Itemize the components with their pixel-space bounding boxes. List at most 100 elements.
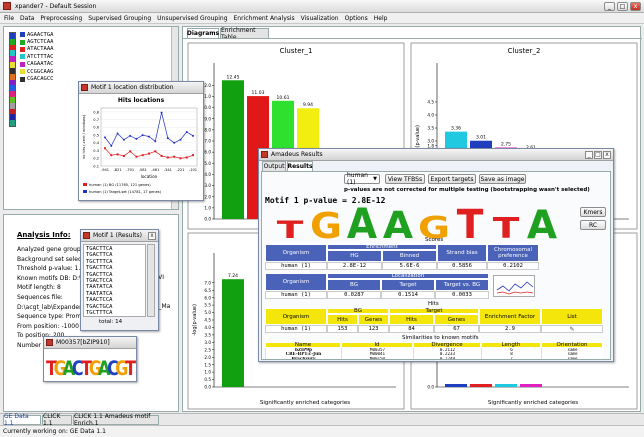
hits-chart-title: Hits locations bbox=[118, 97, 165, 104]
view-tfbss-button[interactable]: View TFBSs bbox=[385, 174, 425, 184]
y-tick-label: 0.8 bbox=[93, 110, 99, 114]
organism-select[interactable]: human (1) ▼ bbox=[344, 172, 380, 186]
menu-enrichment-analysis[interactable]: Enrichment Analysis bbox=[234, 15, 295, 22]
motif-results-titlebar[interactable]: Motif 1 (Results) x bbox=[81, 230, 158, 242]
legend-item[interactable]: ATACTAAA bbox=[20, 46, 54, 53]
menu-options[interactable]: Options bbox=[345, 15, 368, 22]
logo-column: T bbox=[277, 215, 305, 239]
motif-results-window: Motif 1 (Results) x TGACTTCA TGACTTCA TGCT… bbox=[80, 229, 159, 331]
scores-header-binned: Binned bbox=[382, 250, 437, 262]
close-button[interactable]: x bbox=[630, 1, 641, 11]
series-point bbox=[185, 130, 188, 133]
series-point bbox=[141, 154, 144, 157]
legend-entry: human (1) BG (11765, 121 genes) bbox=[89, 183, 151, 187]
similarities-rows: bZIP9p M00357 0.2112 6 same CRE-BP1:c-Jun M000… bbox=[265, 348, 605, 359]
tab-results[interactable]: Results bbox=[287, 161, 313, 171]
localization-table: Organism Localization BG Target Target v… bbox=[265, 273, 535, 299]
tab-output[interactable]: Output bbox=[262, 161, 286, 171]
chart-bar bbox=[222, 279, 244, 387]
status-bar: Currently working on: GE Data 1.1 bbox=[0, 425, 644, 437]
y-tick-label: 2.0 bbox=[204, 355, 211, 360]
y-tick-label: 0.0 bbox=[204, 385, 211, 390]
window-logo-icon bbox=[81, 84, 88, 91]
legend-item[interactable]: CGACAGCC bbox=[20, 75, 54, 82]
hits-header-enrichment-factor: Enrichment Factor bbox=[479, 308, 541, 325]
pssm-titlebar[interactable]: M00357[bZIP910] bbox=[44, 337, 136, 349]
hits-cell-target-genes: 67 bbox=[434, 325, 479, 333]
logo-letter: T bbox=[493, 212, 520, 239]
menu-data[interactable]: Data bbox=[20, 15, 34, 22]
menu-bar: File Data Preprocessing Supervised Group… bbox=[0, 13, 644, 24]
legend-swatch bbox=[20, 61, 25, 67]
hits-header-list: List bbox=[541, 308, 603, 325]
scores-header-strand-bias: Strand bias bbox=[437, 244, 487, 262]
menu-unsupervised-grouping[interactable]: Unsupervised Grouping bbox=[157, 15, 227, 22]
amadeus-results-panel: human (1) ▼ View TFBSs Export targets Sa… bbox=[261, 171, 611, 360]
tab-enrichment-table[interactable]: Enrichment Table bbox=[220, 27, 269, 41]
legend-item[interactable]: CAGAATAC bbox=[20, 61, 54, 68]
rc-button[interactable]: RC bbox=[580, 220, 606, 230]
amadeus-close-button[interactable]: x bbox=[603, 150, 611, 159]
series-point bbox=[110, 144, 113, 147]
amadeus-minimize-button[interactable]: _ bbox=[585, 150, 593, 159]
similarity-cell: M00150 bbox=[341, 356, 413, 359]
similarities-section-label: Similarities to known motifs bbox=[402, 335, 479, 341]
amadeus-titlebar[interactable]: Amadeus Results _ □ x bbox=[259, 149, 613, 161]
kmers-button[interactable]: Kmers bbox=[580, 207, 606, 217]
menu-preprocessing[interactable]: Preprocessing bbox=[40, 15, 82, 22]
logo-letter: A bbox=[527, 205, 557, 239]
hits-table: Organism BG Target Hits Genes Hits Genes… bbox=[265, 308, 605, 333]
y-tick-label: 0.2 bbox=[93, 157, 99, 161]
bottom-tab-click[interactable]: CLICK 1.1 bbox=[42, 413, 72, 427]
y-tick-label: 5.0 bbox=[204, 310, 211, 315]
legend-item[interactable]: ATCTTTAC bbox=[20, 53, 54, 60]
bottom-tab-amadeus[interactable]: CLICK 1.1 Amadeus motif Enrich.1 bbox=[73, 413, 159, 427]
motif-logo: TGAAGTTA bbox=[277, 205, 557, 239]
logo-letter: T bbox=[457, 205, 484, 239]
menu-visualization[interactable]: Visualization bbox=[301, 15, 339, 22]
logo-letter: G bbox=[310, 205, 342, 239]
app-logo-icon bbox=[3, 2, 11, 10]
legend-item[interactable]: AGAACTGA bbox=[20, 31, 54, 38]
pssm-title: M00357[bZIP910] bbox=[56, 339, 110, 346]
bottom-tab-ge-data[interactable]: GE Data 1.1 bbox=[3, 413, 41, 427]
tab-diagrams[interactable]: Diagrams bbox=[187, 28, 219, 38]
similarity-cell: same bbox=[541, 356, 603, 359]
hits-header-bg-hits: Hits bbox=[327, 314, 358, 325]
loc-header-organism: Organism bbox=[265, 273, 327, 291]
scores-section-label: Scores bbox=[425, 237, 444, 243]
legend-item-label: ATCTTTAC bbox=[27, 53, 54, 60]
y-tick-label: 3.0 bbox=[204, 340, 211, 345]
motif-location-titlebar[interactable]: Motif 1 location distribution bbox=[79, 82, 203, 94]
series-point bbox=[179, 157, 182, 160]
x-tick-label: -581 bbox=[139, 168, 147, 172]
menu-file[interactable]: File bbox=[4, 15, 14, 22]
bar-value-label: 9.94 bbox=[303, 102, 313, 108]
logo-column: T bbox=[457, 205, 484, 239]
maximize-button[interactable]: □ bbox=[617, 1, 628, 11]
sequence-item[interactable]: TGCTTTCA bbox=[86, 310, 145, 316]
menu-supervised-grouping[interactable]: Supervised Grouping bbox=[88, 15, 151, 22]
legend-item[interactable]: CCGGCAAG bbox=[20, 68, 54, 75]
legend-item-label: AGTCTCAA bbox=[27, 39, 54, 46]
chart-bar-legend bbox=[470, 384, 492, 387]
series-point bbox=[104, 147, 106, 150]
legend-swatch bbox=[20, 32, 25, 38]
legend-item[interactable]: AGTCTCAA bbox=[20, 38, 54, 45]
export-targets-button[interactable]: Export targets bbox=[428, 174, 476, 184]
save-as-image-button[interactable]: Save as image bbox=[479, 174, 526, 184]
chart-bar-legend bbox=[520, 384, 542, 387]
minimize-button[interactable]: _ bbox=[604, 1, 615, 11]
y-tick-label: 0.5 bbox=[204, 377, 211, 382]
amadeus-maximize-button[interactable]: □ bbox=[594, 150, 602, 159]
motif-results-close-button[interactable]: x bbox=[148, 231, 156, 240]
list-genes-icon[interactable]: ✎ bbox=[569, 326, 574, 333]
similarity-cell: 7 bbox=[481, 356, 541, 359]
sequence-scrollbar[interactable] bbox=[147, 244, 155, 317]
similarity-row[interactable]: Brachyury M00150 0.2249 7 same bbox=[265, 356, 605, 359]
logo-column: A bbox=[347, 205, 377, 239]
menu-help[interactable]: Help bbox=[374, 15, 388, 22]
scores-cell-hg: 2.8E-12 bbox=[327, 262, 382, 270]
y-tick-label: 3.0 bbox=[204, 183, 211, 188]
series-point bbox=[173, 141, 176, 144]
